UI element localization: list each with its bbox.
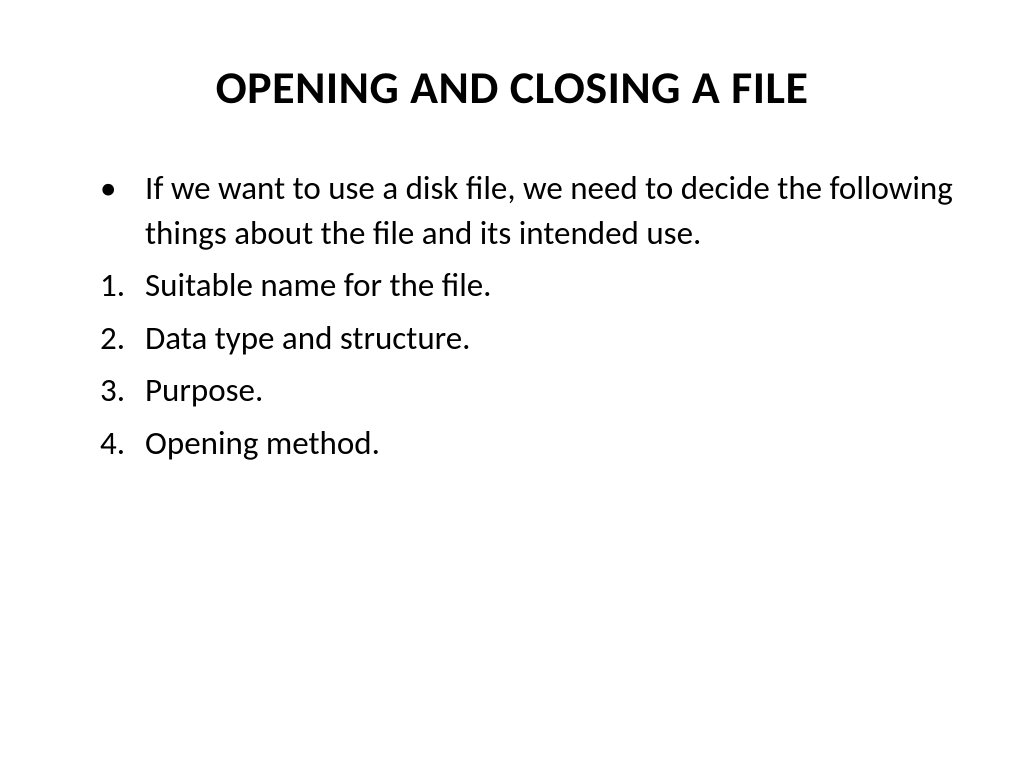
numbered-text: Opening method. (145, 421, 954, 466)
slide-title: OPENING AND CLOSING A FILE (70, 60, 954, 116)
numbered-item: 3. Purpose. (70, 368, 954, 413)
numbered-item: 2. Data type and structure. (70, 316, 954, 361)
numbered-item: 1. Suitable name for the file. (70, 263, 954, 308)
bullet-text: If we want to use a disk file, we need t… (145, 166, 954, 255)
number-marker: 3. (100, 368, 145, 413)
bullet-marker-icon: • (100, 166, 145, 255)
slide-content: • If we want to use a disk file, we need… (70, 166, 954, 465)
number-marker: 2. (100, 316, 145, 361)
numbered-text: Data type and structure. (145, 316, 954, 361)
bullet-item: • If we want to use a disk file, we need… (70, 166, 954, 255)
number-marker: 4. (100, 421, 145, 466)
numbered-text: Purpose. (145, 368, 954, 413)
number-marker: 1. (100, 263, 145, 308)
numbered-item: 4. Opening method. (70, 421, 954, 466)
numbered-text: Suitable name for the file. (145, 263, 954, 308)
